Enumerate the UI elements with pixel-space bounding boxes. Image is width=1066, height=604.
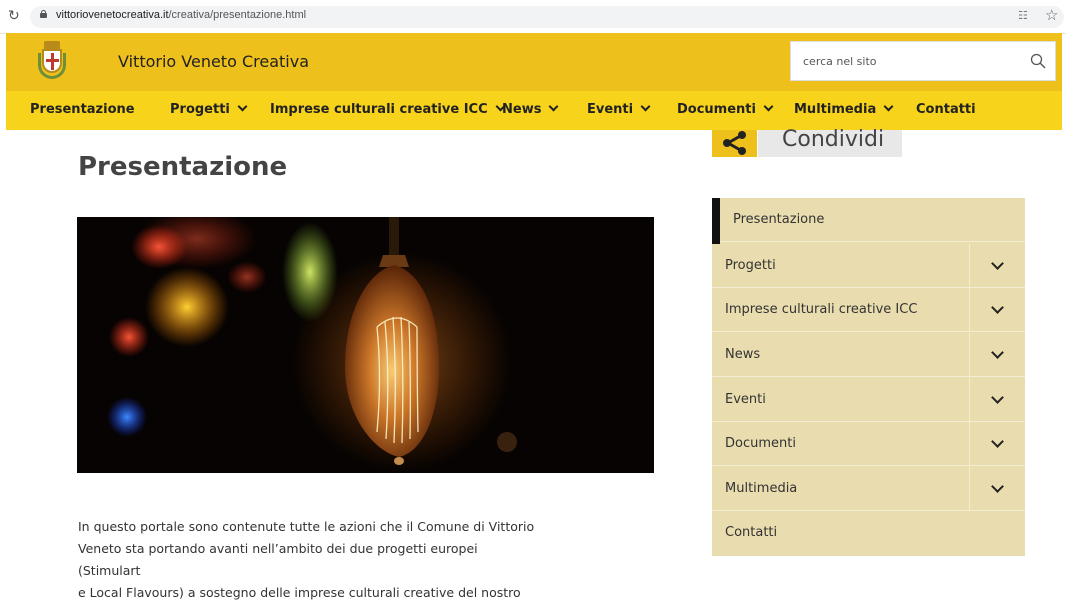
side-item-imprese[interactable]: Imprese culturali creative ICC: [712, 288, 1025, 332]
intro-line: Veneto sta portando avanti nell’ambito d…: [78, 541, 478, 578]
active-indicator: [712, 198, 720, 244]
nav-label: Eventi: [587, 102, 634, 117]
reload-icon[interactable]: ↻: [8, 8, 20, 24]
share-button[interactable]: Condividi: [712, 127, 902, 157]
page-title: Presentazione: [78, 152, 288, 182]
expand-toggle[interactable]: [969, 422, 1025, 466]
chevron-down-icon: [763, 101, 774, 112]
chevron-down-icon: [640, 101, 651, 112]
nav-item-progetti[interactable]: Progetti: [170, 101, 248, 117]
side-item-label: Multimedia: [725, 481, 798, 496]
side-item-news[interactable]: News: [712, 333, 1025, 377]
nav-label: Imprese culturali creative ICC: [270, 102, 488, 117]
expand-toggle[interactable]: [969, 333, 1025, 377]
side-item-label: Eventi: [725, 392, 766, 407]
site-title[interactable]: Vittorio Veneto Creativa: [118, 52, 309, 71]
intro-line: e Local Flavours) a sostegno delle impre…: [78, 585, 521, 600]
expand-toggle[interactable]: [969, 288, 1025, 332]
chevron-down-icon: [549, 101, 559, 112]
chevron-down-icon: [991, 301, 1004, 314]
nav-label: Documenti: [677, 102, 756, 117]
side-item-label: Imprese culturali creative ICC: [725, 302, 918, 317]
side-item-contatti[interactable]: Contatti: [712, 511, 1025, 555]
side-menu: Presentazione Progetti Imprese culturali…: [712, 198, 1025, 556]
main-nav: Presentazione Progetti Imprese culturali…: [6, 91, 1062, 130]
expand-toggle[interactable]: [969, 378, 1025, 422]
chevron-down-icon: [883, 101, 894, 112]
nav-item-eventi[interactable]: Eventi: [587, 101, 651, 117]
side-item-multimedia[interactable]: Multimedia: [712, 467, 1025, 511]
translate-icon[interactable]: ☷: [1018, 9, 1028, 22]
chevron-down-icon: [991, 480, 1004, 493]
intro-line: In questo portale sono contenute tutte l…: [78, 519, 535, 534]
share-label: Condividi: [782, 127, 885, 152]
search-input[interactable]: [791, 42, 1011, 80]
share-icon: [712, 130, 757, 157]
expand-toggle[interactable]: [969, 467, 1025, 511]
nav-label: Contatti: [916, 102, 976, 117]
chevron-down-icon: [991, 257, 1004, 270]
expand-toggle[interactable]: [969, 244, 1025, 288]
side-item-label: Progetti: [725, 258, 776, 273]
chevron-down-icon: [991, 346, 1004, 359]
browser-address-bar: ↻ vittoriovenetocreativa.it/creativa/pre…: [0, 0, 1066, 34]
nav-label: News: [502, 102, 542, 117]
nav-label: Presentazione: [30, 102, 135, 117]
url-path: /creativa/presentazione.html: [168, 9, 307, 21]
coat-of-arms-logo[interactable]: [36, 41, 68, 81]
share-label-box: Condividi: [758, 127, 902, 157]
nav-item-news[interactable]: News: [502, 101, 559, 117]
nav-item-documenti[interactable]: Documenti: [677, 101, 774, 117]
side-item-label: Documenti: [725, 436, 796, 451]
lock-icon[interactable]: [40, 10, 47, 18]
chevron-down-icon: [237, 101, 248, 112]
side-item-progetti[interactable]: Progetti: [712, 244, 1025, 288]
chevron-down-icon: [991, 391, 1004, 404]
nav-label: Progetti: [170, 102, 230, 117]
nav-label: Multimedia: [794, 102, 877, 117]
side-item-label: News: [725, 347, 761, 362]
nav-item-presentazione[interactable]: Presentazione: [30, 102, 135, 117]
intro-paragraph: In questo portale sono contenute tutte l…: [78, 516, 538, 604]
nav-item-multimedia[interactable]: Multimedia: [794, 101, 894, 117]
url-host: vittoriovenetocreativa.it: [56, 9, 169, 21]
nav-item-contatti[interactable]: Contatti: [916, 102, 976, 117]
side-item-presentazione[interactable]: Presentazione: [712, 198, 1025, 244]
url-text[interactable]: vittoriovenetocreativa.it/creativa/prese…: [56, 9, 306, 21]
search-box: [790, 41, 1056, 81]
nav-item-imprese[interactable]: Imprese culturali creative ICC: [270, 101, 506, 117]
side-item-documenti[interactable]: Documenti: [712, 422, 1025, 466]
search-icon[interactable]: [1030, 53, 1046, 69]
chevron-down-icon: [991, 435, 1004, 448]
hero-image-light-bulb: [77, 217, 654, 473]
side-item-eventi[interactable]: Eventi: [712, 378, 1025, 422]
side-item-label: Contatti: [725, 525, 778, 540]
bookmark-star-icon[interactable]: ☆: [1045, 6, 1058, 24]
site-header: Vittorio Veneto Creativa: [6, 33, 1062, 91]
side-item-label: Presentazione: [733, 212, 825, 227]
